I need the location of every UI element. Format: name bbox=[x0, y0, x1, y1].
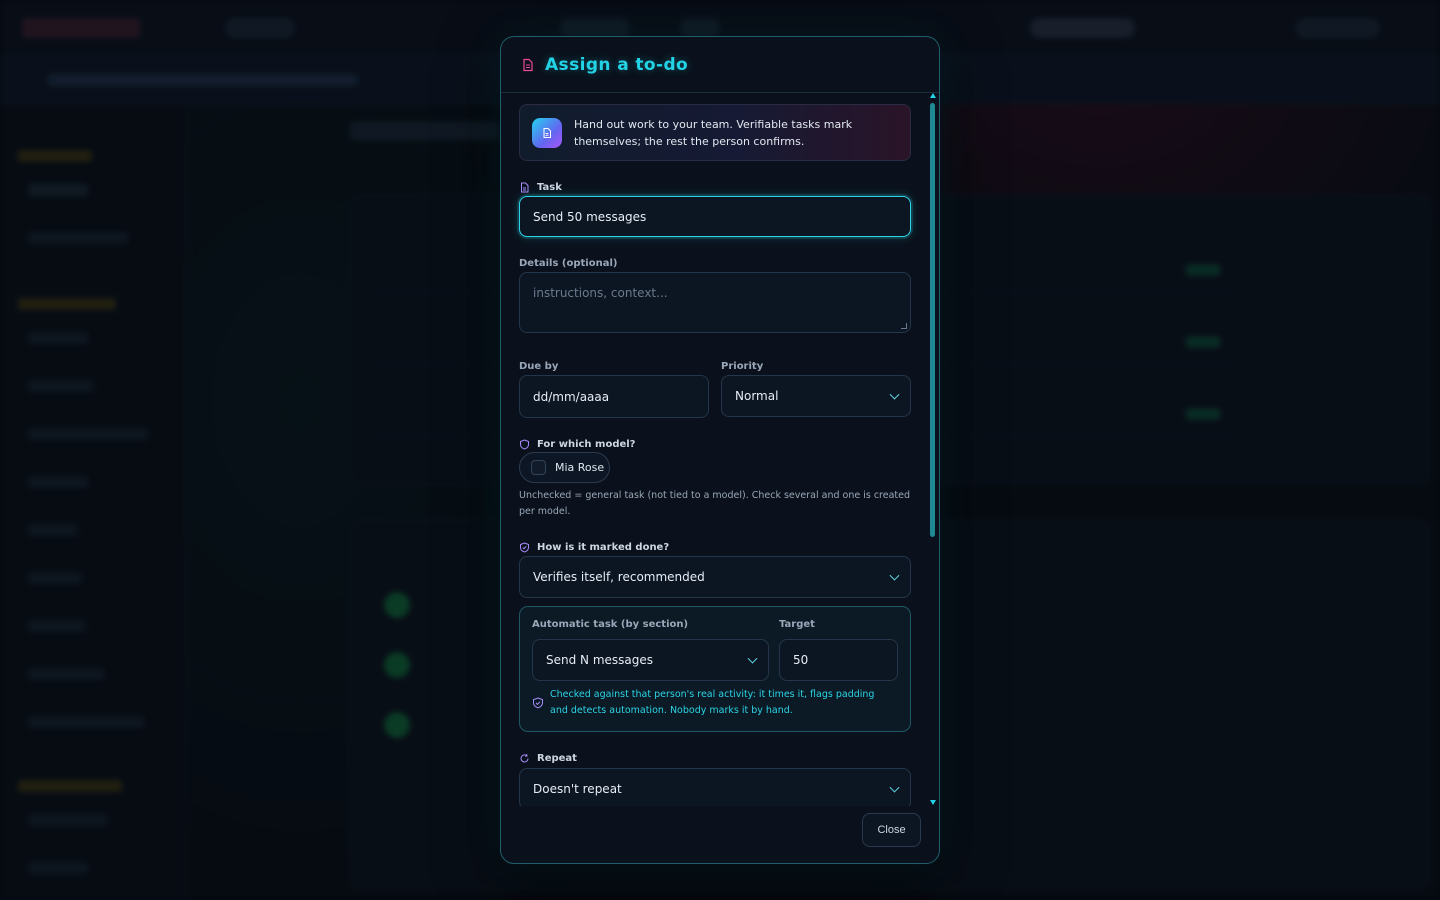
shield-icon bbox=[519, 439, 530, 450]
shield-check-icon bbox=[519, 542, 530, 553]
due-date-input[interactable]: dd/mm/aaaa bbox=[519, 375, 709, 418]
completion-select[interactable]: Verifies itself, recommended bbox=[519, 556, 911, 598]
scroll-up-icon[interactable] bbox=[930, 93, 936, 98]
document-icon bbox=[519, 182, 530, 193]
model-checkbox[interactable] bbox=[531, 460, 546, 475]
document-icon bbox=[521, 58, 535, 72]
automatic-task-panel: Automatic task (by section) Send N messa… bbox=[519, 606, 911, 732]
chevron-down-icon bbox=[747, 653, 758, 664]
modal-scrollbar[interactable] bbox=[929, 93, 937, 805]
chevron-down-icon bbox=[889, 782, 900, 793]
model-helper-text: Unchecked = general task (not tied to a … bbox=[519, 490, 911, 517]
target-input[interactable]: 50 bbox=[779, 639, 898, 681]
modal-title: Assign a to-do bbox=[545, 54, 689, 75]
completion-label: How is it marked done? bbox=[519, 542, 669, 553]
model-option-chip[interactable]: Mia Rose bbox=[519, 452, 610, 483]
automatic-note: Checked against that person's real activ… bbox=[532, 687, 892, 719]
resize-grip[interactable] bbox=[901, 323, 907, 329]
chevron-down-icon bbox=[889, 389, 900, 400]
priority-label: Priority bbox=[721, 361, 764, 372]
priority-select[interactable]: Normal bbox=[721, 375, 911, 417]
scrollbar-thumb[interactable] bbox=[930, 103, 935, 537]
target-label: Target bbox=[779, 619, 815, 630]
chevron-down-icon bbox=[889, 570, 900, 581]
automatic-task-label: Automatic task (by section) bbox=[532, 619, 689, 630]
modal-header: Assign a to-do bbox=[501, 37, 939, 93]
document-gradient-icon bbox=[532, 117, 562, 148]
info-text: Hand out work to your team. Verifiable t… bbox=[574, 117, 853, 148]
repeat-label: Repeat bbox=[519, 753, 577, 764]
model-label: For which model? bbox=[519, 439, 635, 450]
details-label: Details (optional) bbox=[519, 258, 618, 269]
shield-check-icon bbox=[532, 697, 544, 709]
task-input[interactable]: Send 50 messages bbox=[519, 196, 911, 237]
automatic-task-select[interactable]: Send N messages bbox=[532, 639, 769, 681]
modal-scroll-area[interactable]: Hand out work to your team. Verifiable t… bbox=[501, 94, 931, 806]
repeat-select[interactable]: Doesn't repeat bbox=[519, 768, 911, 806]
assign-todo-modal: Assign a to-do Hand out work to your tea… bbox=[500, 36, 940, 864]
refresh-icon bbox=[519, 753, 530, 764]
info-banner: Hand out work to your team. Verifiable t… bbox=[519, 104, 911, 161]
details-textarea[interactable]: instructions, context... bbox=[519, 272, 911, 333]
scroll-down-icon[interactable] bbox=[930, 800, 936, 805]
close-button[interactable]: Close bbox=[862, 813, 921, 847]
due-label: Due by bbox=[519, 361, 559, 372]
task-label: Task bbox=[519, 182, 562, 193]
